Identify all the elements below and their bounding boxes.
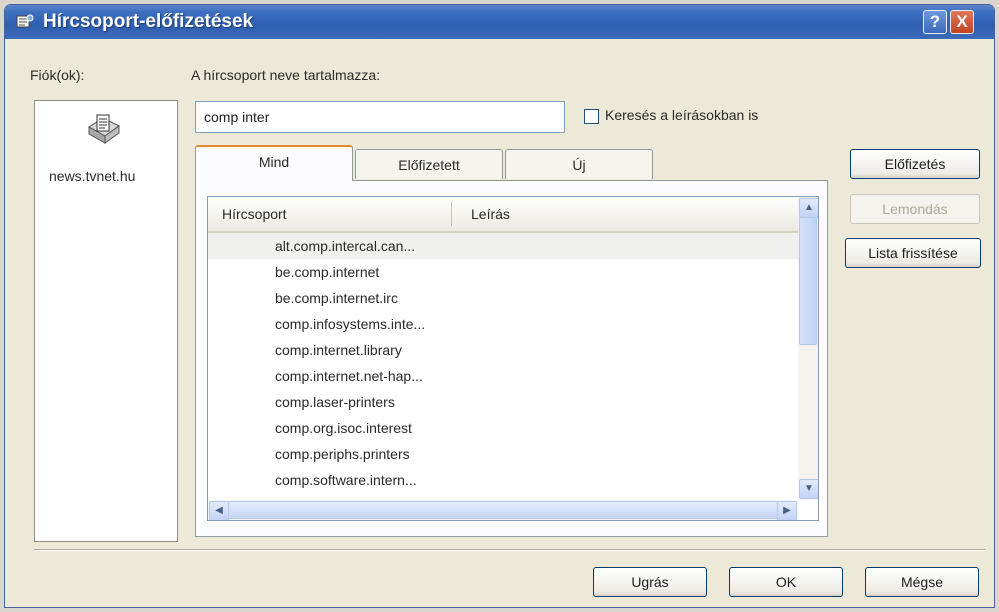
newsgroup-name: comp.laser-printers: [275, 394, 395, 410]
search-descriptions-checkbox[interactable]: [584, 109, 599, 124]
list-item[interactable]: comp.internet.library: [208, 337, 798, 363]
list-item[interactable]: comp.laser-printers: [208, 389, 798, 415]
accounts-label: Fiók(ok):: [30, 67, 85, 83]
list-item[interactable]: comp.internet.net-hap...: [208, 363, 798, 389]
list-item[interactable]: comp.infosystems.inte...: [208, 311, 798, 337]
tab-new[interactable]: Új: [505, 149, 653, 179]
list-item[interactable]: comp.org.isoc.interest: [208, 415, 798, 441]
list-item[interactable]: alt.comp.intercal.can...: [208, 233, 798, 259]
list-item[interactable]: be.comp.internet: [208, 259, 798, 285]
column-header-description[interactable]: Leírás: [471, 206, 510, 222]
newsgroup-name: comp.software.intern...: [275, 472, 417, 488]
search-label: A hírcsoport neve tartalmazza:: [191, 67, 381, 83]
title-bar[interactable]: Hírcsoport-előfizetések ? X: [5, 5, 994, 39]
account-item[interactable]: news.tvnet.hu: [49, 168, 135, 184]
tab-label: Előfizetett: [398, 157, 460, 173]
newsgroup-list[interactable]: Hírcsoport Leírás alt.comp.intercal.can.…: [207, 196, 819, 521]
vertical-scrollbar[interactable]: ▲ ▼: [798, 197, 818, 500]
tab-subscribed[interactable]: Előfizetett: [355, 149, 503, 179]
newsgroup-subscriptions-dialog: Hírcsoport-előfizetések ? X Fiók(ok): ne…: [4, 4, 995, 608]
horizontal-scrollbar[interactable]: ◀ ▶: [208, 500, 798, 520]
cancel-button[interactable]: Mégse: [865, 567, 979, 597]
newsgroup-name: comp.internet.library: [275, 342, 402, 358]
newsgroup-name: comp.internet.net-hap...: [275, 368, 423, 384]
tab-all[interactable]: Mind: [195, 145, 353, 181]
column-header-newsgroup[interactable]: Hírcsoport: [222, 206, 287, 222]
newsgroup-name: be.comp.internet.irc: [275, 290, 398, 306]
list-header: Hírcsoport Leírás: [208, 197, 798, 233]
newsgroup-name: comp.org.isoc.interest: [275, 420, 412, 436]
list-item[interactable]: comp.software.intern...: [208, 467, 798, 493]
search-descriptions-label[interactable]: Keresés a leírásokban is: [605, 107, 758, 123]
newsgroup-search-input[interactable]: [195, 101, 565, 133]
list-item[interactable]: comp.periphs.printers: [208, 441, 798, 467]
goto-button[interactable]: Ugrás: [593, 567, 707, 597]
scroll-down-icon[interactable]: ▼: [799, 479, 818, 499]
tab-label: Mind: [258, 154, 290, 170]
scroll-up-icon[interactable]: ▲: [799, 198, 818, 218]
column-divider[interactable]: [451, 202, 452, 226]
newsgroup-name: be.comp.internet: [275, 264, 380, 280]
list-item[interactable]: be.comp.internet.irc: [208, 285, 798, 311]
accounts-list[interactable]: news.tvnet.hu: [34, 100, 178, 542]
scroll-right-icon[interactable]: ▶: [777, 501, 797, 520]
window-title: Hírcsoport-előfizetések: [43, 11, 254, 32]
horizontal-scroll-thumb[interactable]: [228, 501, 778, 519]
refresh-list-button[interactable]: Lista frissítése: [845, 238, 981, 268]
newsgroup-app-icon: [15, 13, 35, 31]
scroll-left-icon[interactable]: ◀: [209, 501, 229, 520]
newsgroup-name: alt.comp.intercal.can...: [275, 238, 416, 254]
vertical-scroll-thumb[interactable]: [799, 217, 817, 345]
unsubscribe-button[interactable]: Lemondás: [850, 194, 980, 224]
news-server-icon: [83, 109, 123, 149]
subscribe-button[interactable]: Előfizetés: [850, 149, 980, 179]
ok-button[interactable]: OK: [729, 567, 843, 597]
newsgroup-name: comp.infosystems.inte...: [275, 316, 426, 332]
newsgroup-name: comp.periphs.printers: [275, 446, 410, 462]
footer-separator: [34, 549, 985, 551]
help-button[interactable]: ?: [923, 10, 947, 34]
tab-label: Új: [572, 157, 586, 173]
close-button[interactable]: X: [950, 10, 974, 34]
